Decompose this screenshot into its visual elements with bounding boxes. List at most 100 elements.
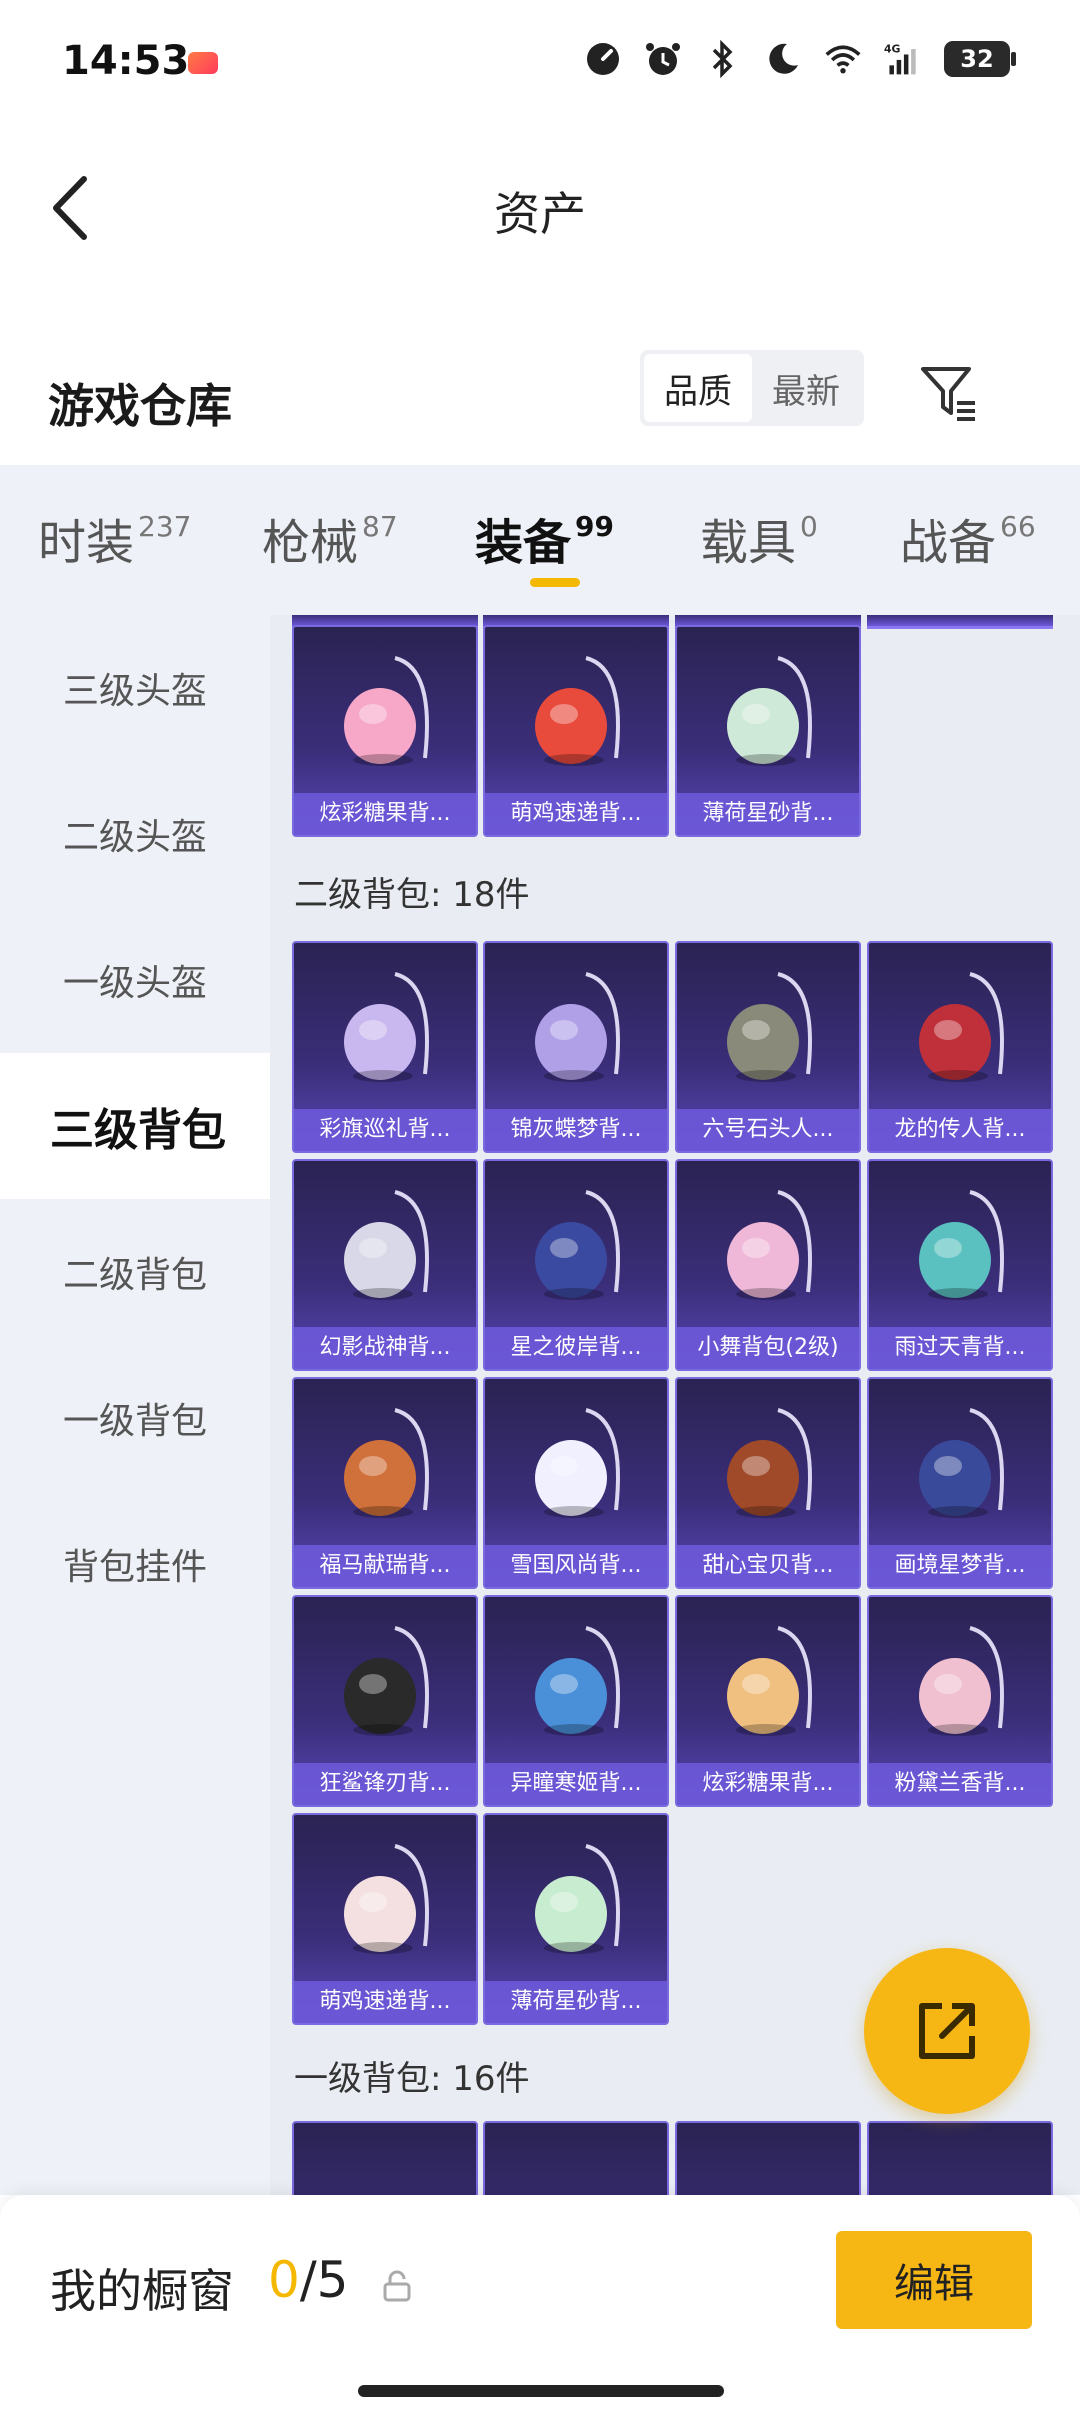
backpack-thumbnail [294, 943, 476, 1115]
item-name: 薄荷星砂背... [677, 793, 859, 835]
item-card[interactable]: 福马献瑞背... [292, 1377, 478, 1589]
item-name: 彩旗巡礼背... [294, 1109, 476, 1151]
item-card[interactable] [483, 2121, 669, 2195]
tab-count: 237 [138, 510, 192, 543]
backpack-thumbnail [294, 627, 476, 799]
moon-icon [764, 40, 802, 78]
item-card[interactable]: 萌鸡速递背... [483, 625, 669, 837]
sidebar-item-backpack-charms[interactable]: 背包挂件 [0, 1491, 270, 1637]
item-name: 粉黛兰香背... [869, 1763, 1051, 1805]
item-name: 小舞背包(2级) [677, 1327, 859, 1369]
item-name: 雨过天青背... [869, 1327, 1051, 1369]
sidebar-item-backpack-lv1[interactable]: 一级背包 [0, 1345, 270, 1491]
item-card[interactable]: 甜心宝贝背... [675, 1377, 861, 1589]
item-card[interactable]: 画境星梦背... [867, 1377, 1053, 1589]
item-card[interactable]: 彩旗巡礼背... [292, 941, 478, 1153]
showcase-bar: 我的橱窗 0/5 编辑 [0, 2195, 1080, 2414]
item-card[interactable]: 星之彼岸背... [483, 1159, 669, 1371]
item-card[interactable]: 雪国风尚背... [483, 1377, 669, 1589]
item-name: 星之彼岸背... [485, 1327, 667, 1369]
backpack-thumbnail [485, 1161, 667, 1333]
sidebar-item-helmet-lv3[interactable]: 三级头盔 [0, 615, 270, 761]
wifi-icon [824, 40, 862, 78]
item-card[interactable]: 小舞背包(2级) [675, 1159, 861, 1371]
item-card[interactable] [292, 2121, 478, 2195]
showcase-label: 我的橱窗 [50, 2264, 234, 2318]
tab-count: 66 [1000, 510, 1036, 543]
item-name: 甜心宝贝背... [677, 1545, 859, 1587]
item-card[interactable] [867, 2121, 1053, 2195]
sidebar-item-helmet-lv1[interactable]: 一级头盔 [0, 907, 270, 1053]
sidebar-item-backpack-lv3[interactable]: 三级背包 [0, 1053, 270, 1199]
item-card[interactable]: 粉黛兰香背... [867, 1595, 1053, 1807]
speedometer-icon [584, 40, 622, 78]
showcase-count-total: /5 [299, 2251, 349, 2309]
sidebar-item-backpack-lv2[interactable]: 二级背包 [0, 1199, 270, 1345]
item-card[interactable]: 六号石头人... [675, 941, 861, 1153]
alarm-icon [644, 40, 682, 78]
backpack-thumbnail [485, 1379, 667, 1551]
item-name: 锦灰蝶梦背... [485, 1109, 667, 1151]
filter-button[interactable] [914, 358, 984, 428]
item-card[interactable]: 薄荷星砂背... [483, 1813, 669, 2025]
backpack-thumbnail [869, 1597, 1051, 1769]
section-title-backpack-lv2: 二级背包: 18件 [294, 875, 530, 915]
backpack-thumbnail [677, 1597, 859, 1769]
item-name: 狂鲨锋刃背... [294, 1763, 476, 1805]
tab-guns[interactable]: 枪械 87 [262, 503, 398, 573]
tab-fashion[interactable]: 时装 237 [38, 503, 191, 573]
filter-icon [921, 367, 975, 421]
item-card[interactable]: 龙的传人背... [867, 941, 1053, 1153]
tab-supplies[interactable]: 战备 66 [900, 503, 1036, 573]
share-external-icon [919, 2003, 975, 2059]
tab-label: 载具 [700, 515, 797, 571]
showcase-count-current: 0 [268, 2251, 300, 2309]
tab-label: 时装 [38, 515, 135, 571]
backpack-thumbnail [677, 943, 859, 1115]
battery-icon: 32 [944, 41, 1016, 77]
tab-label: 枪械 [262, 515, 359, 571]
edit-button[interactable]: 编辑 [836, 2231, 1032, 2329]
item-name: 萌鸡速递背... [485, 793, 667, 835]
signal-4g-icon: 4G [884, 40, 922, 78]
section-title-backpack-lv1: 一级背包: 16件 [294, 2059, 530, 2099]
tab-vehicles[interactable]: 载具 0 [700, 503, 818, 573]
sort-option-newest[interactable]: 最新 [752, 354, 860, 422]
backpack-thumbnail [485, 627, 667, 799]
item-card[interactable]: 萌鸡速递背... [292, 1813, 478, 2025]
status-icons: 4G 32 [584, 40, 1016, 78]
item-card[interactable]: 狂鲨锋刃背... [292, 1595, 478, 1807]
tab-label: 装备 [475, 515, 572, 571]
item-name: 炫彩糖果背... [294, 793, 476, 835]
status-time: 14:53 [62, 38, 190, 84]
share-fab[interactable] [864, 1948, 1030, 2114]
item-card[interactable] [675, 2121, 861, 2195]
item-card[interactable]: 雨过天青背... [867, 1159, 1053, 1371]
item-name: 异瞳寒姬背... [485, 1763, 667, 1805]
backpack-thumbnail [677, 627, 859, 799]
backpack-thumbnail [485, 1597, 667, 1769]
warehouse-title: 游戏仓库 [48, 379, 232, 433]
tab-equipment[interactable]: 装备 99 [475, 503, 614, 573]
partial-item[interactable] [867, 615, 1053, 629]
status-bar: 14:53 4G 32 [0, 0, 1080, 120]
sidebar-item-helmet-lv2[interactable]: 二级头盔 [0, 761, 270, 907]
item-card[interactable]: 锦灰蝶梦背... [483, 941, 669, 1153]
sort-option-quality[interactable]: 品质 [644, 354, 752, 422]
item-card[interactable]: 薄荷星砂背... [675, 625, 861, 837]
item-name: 萌鸡速递背... [294, 1981, 476, 2023]
home-indicator [358, 2385, 724, 2397]
page-title: 资产 [494, 187, 586, 241]
app-header: 资产 [0, 120, 1080, 290]
backpack-thumbnail [294, 1161, 476, 1333]
item-card[interactable]: 异瞳寒姬背... [483, 1595, 669, 1807]
showcase-count: 0/5 [268, 2251, 348, 2309]
backpack-thumbnail [485, 943, 667, 1115]
backpack-thumbnail [485, 1815, 667, 1987]
item-name: 薄荷星砂背... [485, 1981, 667, 2023]
backpack-thumbnail [869, 1161, 1051, 1333]
item-card[interactable]: 炫彩糖果背... [292, 625, 478, 837]
backpack-thumbnail [869, 1379, 1051, 1551]
item-card[interactable]: 炫彩糖果背... [675, 1595, 861, 1807]
item-card[interactable]: 幻影战神背... [292, 1159, 478, 1371]
